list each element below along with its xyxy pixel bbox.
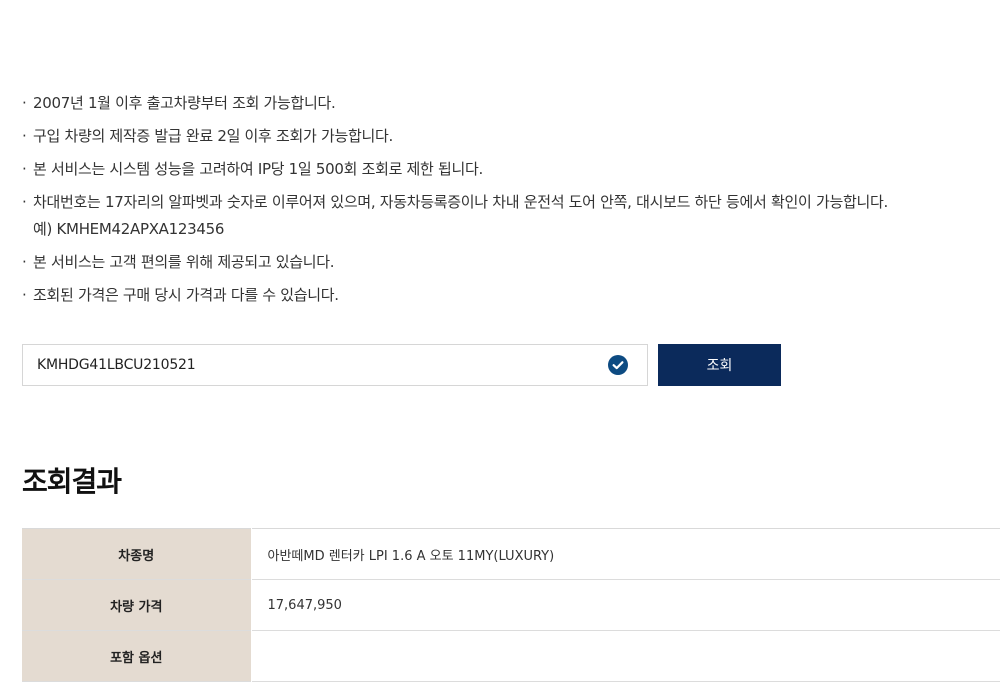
vin-example: 예) KMHEM42APXA123456: [33, 220, 225, 238]
notice-item: · 본 서비스는 고객 편의를 위해 제공되고 있습니다.: [22, 249, 992, 276]
notice-text: 구입 차량의 제작증 발급 완료 2일 이후 조회가 가능합니다.: [33, 127, 393, 145]
notice-text: 본 서비스는 시스템 성능을 고려하여 IP당 1일 500회 조회로 제한 됩…: [33, 160, 483, 178]
notice-bullet: ·: [22, 127, 27, 145]
notice-text: 본 서비스는 고객 편의를 위해 제공되고 있습니다.: [33, 253, 335, 271]
result-table: 차종명 아반떼MD 렌터카 LPI 1.6 A 오토 11MY(LUXURY) …: [22, 528, 1000, 682]
result-title: 조회결과: [22, 465, 122, 498]
notice-item: · 차대번호는 17자리의 알파벳과 숫자로 이루어져 있으며, 자동차등록증이…: [22, 189, 992, 243]
notice-bullet: ·: [22, 193, 27, 211]
table-row: 차종명 아반떼MD 렌터카 LPI 1.6 A 오토 11MY(LUXURY): [22, 528, 1000, 580]
vin-input[interactable]: [37, 345, 597, 385]
row-value-options: [251, 630, 1000, 682]
row-label-model: 차종명: [22, 528, 252, 580]
notice-bullet: ·: [22, 160, 27, 178]
table-row: 차량 가격 17,647,950: [22, 579, 1000, 631]
notice-bullet: ·: [22, 286, 27, 304]
row-label-options: 포함 옵션: [22, 630, 252, 682]
search-button[interactable]: 조회: [658, 344, 781, 386]
notice-item: · 2007년 1월 이후 출고차량부터 조회 가능합니다.: [22, 90, 992, 117]
notice-item: · 본 서비스는 시스템 성능을 고려하여 IP당 1일 500회 조회로 제한…: [22, 156, 992, 183]
notice-list: · 2007년 1월 이후 출고차량부터 조회 가능합니다. · 구입 차량의 …: [22, 90, 992, 315]
row-value-price: 17,647,950: [251, 579, 1000, 631]
notice-item: · 구입 차량의 제작증 발급 완료 2일 이후 조회가 가능합니다.: [22, 123, 992, 150]
notice-item: · 조회된 가격은 구매 당시 가격과 다를 수 있습니다.: [22, 282, 992, 309]
notice-bullet: ·: [22, 94, 27, 112]
vehicle-price-lookup-page: · 2007년 1월 이후 출고차량부터 조회 가능합니다. · 구입 차량의 …: [0, 0, 1000, 695]
notice-text: 2007년 1월 이후 출고차량부터 조회 가능합니다.: [33, 94, 336, 112]
vin-input-wrapper[interactable]: [22, 344, 648, 386]
notice-text: 차대번호는 17자리의 알파벳과 숫자로 이루어져 있으며, 자동차등록증이나 …: [33, 193, 888, 211]
table-row: 포함 옵션: [22, 630, 1000, 682]
notice-bullet: ·: [22, 253, 27, 271]
notice-text: 조회된 가격은 구매 당시 가격과 다를 수 있습니다.: [33, 286, 339, 304]
check-circle-icon: [608, 355, 628, 375]
vin-search-form: 조회: [22, 344, 782, 386]
row-label-price: 차량 가격: [22, 579, 252, 631]
row-value-model: 아반떼MD 렌터카 LPI 1.6 A 오토 11MY(LUXURY): [251, 528, 1000, 580]
